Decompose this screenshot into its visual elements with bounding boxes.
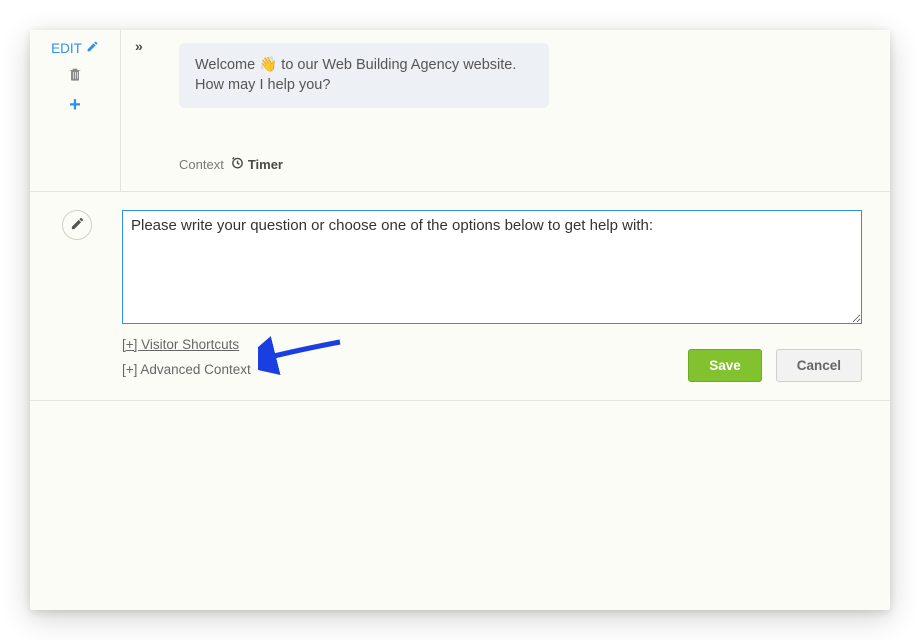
timer-chip[interactable]: Timer (230, 155, 283, 173)
context-label: Context (179, 157, 224, 172)
wave-emoji: 👋 (259, 57, 277, 73)
save-button[interactable]: Save (688, 349, 762, 382)
context-row: Context Timer (179, 155, 283, 173)
edit-label: EDIT (51, 41, 82, 56)
advanced-context-link[interactable]: [+] Advanced Context (122, 362, 251, 377)
add-button[interactable]: + (69, 95, 81, 115)
left-tools: EDIT + (30, 30, 120, 191)
timer-label: Timer (248, 157, 283, 172)
pencil-icon (70, 216, 85, 234)
drag-handle[interactable]: » (135, 38, 143, 54)
pencil-icon (86, 40, 99, 56)
plus-icon: + (69, 94, 81, 116)
delete-button[interactable] (67, 66, 83, 85)
welcome-text-before: Welcome (195, 57, 259, 73)
message-textarea[interactable] (122, 210, 862, 324)
edit-button[interactable]: EDIT (51, 40, 99, 56)
welcome-bubble: Welcome 👋 to our Web Building Agency web… (179, 43, 549, 108)
visitor-shortcuts-link[interactable]: [+] Visitor Shortcuts (122, 337, 251, 352)
cancel-button[interactable]: Cancel (776, 349, 862, 382)
timer-icon (230, 155, 245, 173)
trash-icon (67, 69, 83, 85)
edit-step-indicator[interactable] (62, 210, 92, 240)
